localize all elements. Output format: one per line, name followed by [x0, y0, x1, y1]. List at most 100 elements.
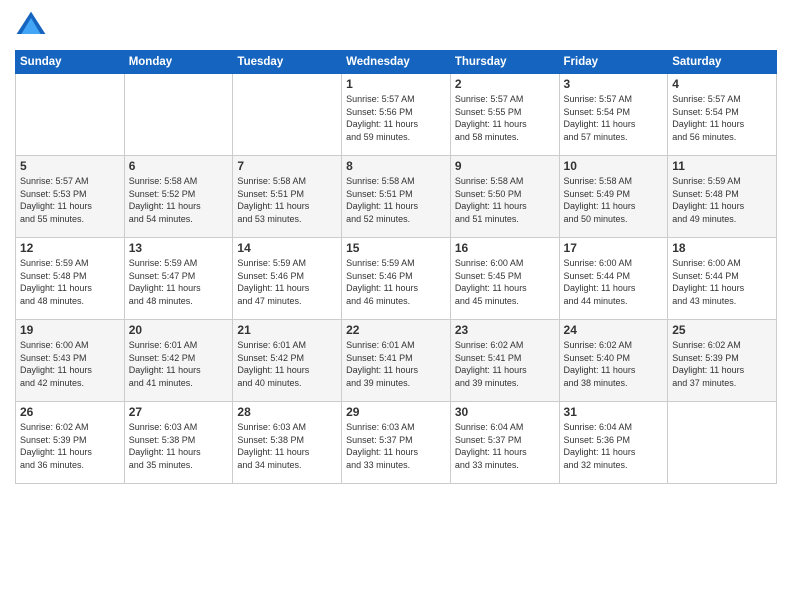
calendar-cell: 7 Sunrise: 5:58 AM Sunset: 5:51 PM Daylig…	[233, 156, 342, 238]
calendar-cell: 4 Sunrise: 5:57 AM Sunset: 5:54 PM Daylig…	[668, 74, 777, 156]
calendar-cell: 3Sunrise: 5:57 AM Sunset: 5:54 PM Daylig…	[559, 74, 668, 156]
calendar-cell	[233, 74, 342, 156]
day-info: Sunrise: 5:57 AM Sunset: 5:55 PM Dayligh…	[455, 93, 555, 143]
calendar-week-row: 12 Sunrise: 5:59 AM Sunset: 5:48 PM Dayli…	[16, 238, 777, 320]
day-info: Sunrise: 6:03 AM Sunset: 5:38 PM Dayligh…	[237, 421, 337, 471]
day-number: 4	[672, 77, 772, 91]
day-info: Sunrise: 6:00 AM Sunset: 5:44 PM Dayligh…	[672, 257, 772, 307]
day-info: Sunrise: 6:02 AM Sunset: 5:40 PM Dayligh…	[564, 339, 664, 389]
day-number: 14	[237, 241, 337, 255]
calendar-cell: 6Sunrise: 5:58 AM Sunset: 5:52 PM Daylig…	[124, 156, 233, 238]
calendar-cell: 22Sunrise: 6:01 AM Sunset: 5:41 PM Dayli…	[342, 320, 451, 402]
day-info: Sunrise: 5:59 AM Sunset: 5:47 PM Dayligh…	[129, 257, 229, 307]
day-info: Sunrise: 5:58 AM Sunset: 5:50 PM Dayligh…	[455, 175, 555, 225]
calendar-cell: 21Sunrise: 6:01 AM Sunset: 5:42 PM Dayli…	[233, 320, 342, 402]
calendar-cell: 1Sunrise: 5:57 AM Sunset: 5:56 PM Daylig…	[342, 74, 451, 156]
day-number: 27	[129, 405, 229, 419]
day-number: 11	[672, 159, 772, 173]
day-number: 21	[237, 323, 337, 337]
day-info: Sunrise: 6:03 AM Sunset: 5:38 PM Dayligh…	[129, 421, 229, 471]
calendar-cell	[16, 74, 125, 156]
calendar-cell: 20 Sunrise: 6:01 AM Sunset: 5:42 PM Dayli…	[124, 320, 233, 402]
weekday-header: Monday	[124, 51, 233, 74]
calendar-cell: 24 Sunrise: 6:02 AM Sunset: 5:40 PM Dayli…	[559, 320, 668, 402]
day-info: Sunrise: 5:58 AM Sunset: 5:52 PM Dayligh…	[129, 175, 229, 225]
day-info: Sunrise: 6:01 AM Sunset: 5:42 PM Dayligh…	[129, 339, 229, 389]
day-info: Sunrise: 6:04 AM Sunset: 5:37 PM Dayligh…	[455, 421, 555, 471]
calendar-cell: 11 Sunrise: 5:59 AM Sunset: 5:48 PM Dayli…	[668, 156, 777, 238]
calendar-cell: 18 Sunrise: 6:00 AM Sunset: 5:44 PM Dayli…	[668, 238, 777, 320]
day-number: 24	[564, 323, 664, 337]
day-info: Sunrise: 5:57 AM Sunset: 5:54 PM Dayligh…	[672, 93, 772, 143]
day-number: 26	[20, 405, 120, 419]
day-number: 29	[346, 405, 446, 419]
calendar-cell: 14 Sunrise: 5:59 AM Sunset: 5:46 PM Dayli…	[233, 238, 342, 320]
day-info: Sunrise: 6:00 AM Sunset: 5:45 PM Dayligh…	[455, 257, 555, 307]
day-number: 23	[455, 323, 555, 337]
day-number: 12	[20, 241, 120, 255]
page: SundayMondayTuesdayWednesdayThursdayFrid…	[0, 0, 792, 612]
calendar-cell: 28 Sunrise: 6:03 AM Sunset: 5:38 PM Dayli…	[233, 402, 342, 484]
day-info: Sunrise: 5:59 AM Sunset: 5:48 PM Dayligh…	[672, 175, 772, 225]
calendar-cell: 10 Sunrise: 5:58 AM Sunset: 5:49 PM Dayli…	[559, 156, 668, 238]
calendar-cell: 15Sunrise: 5:59 AM Sunset: 5:46 PM Dayli…	[342, 238, 451, 320]
calendar-cell: 9 Sunrise: 5:58 AM Sunset: 5:50 PM Daylig…	[450, 156, 559, 238]
day-number: 17	[564, 241, 664, 255]
calendar-cell: 8Sunrise: 5:58 AM Sunset: 5:51 PM Daylig…	[342, 156, 451, 238]
day-info: Sunrise: 6:00 AM Sunset: 5:44 PM Dayligh…	[564, 257, 664, 307]
day-number: 2	[455, 77, 555, 91]
day-number: 7	[237, 159, 337, 173]
calendar-cell: 17 Sunrise: 6:00 AM Sunset: 5:44 PM Dayli…	[559, 238, 668, 320]
day-number: 16	[455, 241, 555, 255]
day-number: 18	[672, 241, 772, 255]
day-info: Sunrise: 6:00 AM Sunset: 5:43 PM Dayligh…	[20, 339, 120, 389]
calendar-cell: 27 Sunrise: 6:03 AM Sunset: 5:38 PM Dayli…	[124, 402, 233, 484]
calendar-week-row: 26Sunrise: 6:02 AM Sunset: 5:39 PM Dayli…	[16, 402, 777, 484]
calendar-cell: 23 Sunrise: 6:02 AM Sunset: 5:41 PM Dayli…	[450, 320, 559, 402]
day-info: Sunrise: 6:04 AM Sunset: 5:36 PM Dayligh…	[564, 421, 664, 471]
weekday-header: Tuesday	[233, 51, 342, 74]
weekday-header: Thursday	[450, 51, 559, 74]
calendar-cell: 30Sunrise: 6:04 AM Sunset: 5:37 PM Dayli…	[450, 402, 559, 484]
calendar-body: 1Sunrise: 5:57 AM Sunset: 5:56 PM Daylig…	[16, 74, 777, 484]
day-info: Sunrise: 5:58 AM Sunset: 5:51 PM Dayligh…	[346, 175, 446, 225]
weekday-header: Sunday	[16, 51, 125, 74]
day-number: 5	[20, 159, 120, 173]
calendar: SundayMondayTuesdayWednesdayThursdayFrid…	[15, 50, 777, 484]
day-number: 20	[129, 323, 229, 337]
calendar-cell: 19 Sunrise: 6:00 AM Sunset: 5:43 PM Dayli…	[16, 320, 125, 402]
weekday-row: SundayMondayTuesdayWednesdayThursdayFrid…	[16, 51, 777, 74]
weekday-header: Wednesday	[342, 51, 451, 74]
day-number: 19	[20, 323, 120, 337]
day-info: Sunrise: 5:58 AM Sunset: 5:51 PM Dayligh…	[237, 175, 337, 225]
day-info: Sunrise: 5:57 AM Sunset: 5:56 PM Dayligh…	[346, 93, 446, 143]
calendar-cell: 29 Sunrise: 6:03 AM Sunset: 5:37 PM Dayli…	[342, 402, 451, 484]
day-number: 28	[237, 405, 337, 419]
logo-icon	[15, 10, 47, 42]
calendar-week-row: 1Sunrise: 5:57 AM Sunset: 5:56 PM Daylig…	[16, 74, 777, 156]
calendar-header: SundayMondayTuesdayWednesdayThursdayFrid…	[16, 51, 777, 74]
day-info: Sunrise: 6:02 AM Sunset: 5:41 PM Dayligh…	[455, 339, 555, 389]
day-number: 13	[129, 241, 229, 255]
day-info: Sunrise: 5:59 AM Sunset: 5:46 PM Dayligh…	[346, 257, 446, 307]
calendar-cell: 26Sunrise: 6:02 AM Sunset: 5:39 PM Dayli…	[16, 402, 125, 484]
header	[15, 10, 777, 42]
weekday-header: Saturday	[668, 51, 777, 74]
day-number: 10	[564, 159, 664, 173]
day-info: Sunrise: 6:02 AM Sunset: 5:39 PM Dayligh…	[672, 339, 772, 389]
day-info: Sunrise: 6:03 AM Sunset: 5:37 PM Dayligh…	[346, 421, 446, 471]
calendar-cell: 25Sunrise: 6:02 AM Sunset: 5:39 PM Dayli…	[668, 320, 777, 402]
day-number: 9	[455, 159, 555, 173]
weekday-header: Friday	[559, 51, 668, 74]
day-info: Sunrise: 5:57 AM Sunset: 5:53 PM Dayligh…	[20, 175, 120, 225]
day-info: Sunrise: 5:57 AM Sunset: 5:54 PM Dayligh…	[564, 93, 664, 143]
calendar-cell: 13 Sunrise: 5:59 AM Sunset: 5:47 PM Dayli…	[124, 238, 233, 320]
day-number: 22	[346, 323, 446, 337]
day-info: Sunrise: 5:59 AM Sunset: 5:48 PM Dayligh…	[20, 257, 120, 307]
calendar-cell: 16 Sunrise: 6:00 AM Sunset: 5:45 PM Dayli…	[450, 238, 559, 320]
calendar-week-row: 19 Sunrise: 6:00 AM Sunset: 5:43 PM Dayli…	[16, 320, 777, 402]
day-info: Sunrise: 5:58 AM Sunset: 5:49 PM Dayligh…	[564, 175, 664, 225]
day-info: Sunrise: 5:59 AM Sunset: 5:46 PM Dayligh…	[237, 257, 337, 307]
logo	[15, 10, 51, 42]
calendar-cell: 31Sunrise: 6:04 AM Sunset: 5:36 PM Dayli…	[559, 402, 668, 484]
